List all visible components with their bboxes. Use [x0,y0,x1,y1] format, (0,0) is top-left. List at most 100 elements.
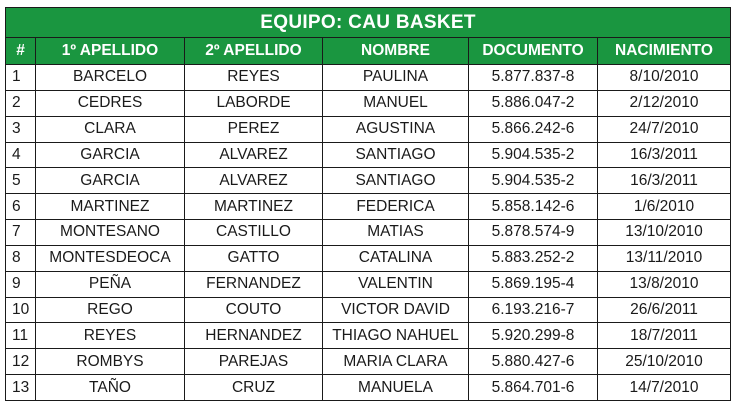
table-row: 4 GARCIA ALVAREZ SANTIAGO 5.904.535-2 16/3/20… [5,141,731,169]
row-number-cell[interactable]: 11 [5,322,36,350]
table-row: 13 TAÑO CRUZ MANUELA 5.864.701-6 14/7/2010 [5,374,731,401]
document-cell[interactable]: 5.883.252-2 [468,244,598,272]
name-cell[interactable]: THIAGO NAHUEL [322,322,469,350]
birthdate-cell[interactable]: 16/3/2011 [597,141,731,169]
document-cell[interactable]: 5.877.837-8 [468,64,598,91]
column-header-number[interactable]: # [5,37,36,65]
roster-body: 1 BARCELO REYES PAULINA 5.877.837-8 8/10/2010… [5,64,731,401]
column-header-second-surname[interactable]: 2º APELLIDO [184,37,323,65]
birthdate-cell[interactable]: 8/10/2010 [597,64,731,91]
first-surname-cell[interactable]: REYES [35,322,185,350]
second-surname-cell[interactable]: COUTO [184,296,323,324]
column-header-row: # 1º APELLIDO 2º APELLIDO NOMBRE DOCUMEN… [5,37,731,65]
document-cell[interactable]: 5.866.242-6 [468,115,598,143]
name-cell[interactable]: MANUEL [322,89,469,117]
column-header-name[interactable]: NOMBRE [322,37,469,65]
birthdate-cell[interactable]: 1/6/2010 [597,193,731,221]
column-header-document[interactable]: DOCUMENTO [468,37,598,65]
second-surname-cell[interactable]: ALVAREZ [184,167,323,195]
document-cell[interactable]: 5.878.574-9 [468,219,598,246]
name-cell[interactable]: SANTIAGO [322,167,469,195]
table-row: 8 MONTESDEOCA GATTO CATALINA 5.883.252-2 13/1… [5,244,731,272]
birthdate-cell[interactable]: 18/7/2011 [597,322,731,350]
row-number-cell[interactable]: 12 [5,348,36,376]
name-cell[interactable]: VALENTIN [322,270,469,298]
row-number-cell[interactable]: 10 [5,296,36,324]
second-surname-cell[interactable]: LABORDE [184,89,323,117]
name-cell[interactable]: SANTIAGO [322,141,469,169]
second-surname-cell[interactable]: MARTINEZ [184,193,323,221]
second-surname-cell[interactable]: CASTILLO [184,219,323,246]
first-surname-cell[interactable]: CEDRES [35,89,185,117]
name-cell[interactable]: CATALINA [322,244,469,272]
first-surname-cell[interactable]: CLARA [35,115,185,143]
table-row: 12 ROMBYS PAREJAS MARIA CLARA 5.880.427-6 25/… [5,348,731,376]
birthdate-cell[interactable]: 14/7/2010 [597,374,731,401]
name-cell[interactable]: AGUSTINA [322,115,469,143]
birthdate-cell[interactable]: 2/12/2010 [597,89,731,117]
name-cell[interactable]: PAULINA [322,64,469,91]
row-number-cell[interactable]: 8 [5,244,36,272]
birthdate-cell[interactable]: 26/6/2011 [597,296,731,324]
name-cell[interactable]: FEDERICA [322,193,469,221]
birthdate-cell[interactable]: 13/10/2010 [597,219,731,246]
row-number-cell[interactable]: 4 [5,141,36,169]
row-number-cell[interactable]: 5 [5,167,36,195]
first-surname-cell[interactable]: ROMBYS [35,348,185,376]
column-header-first-surname[interactable]: 1º APELLIDO [35,37,185,65]
table-row: 2 CEDRES LABORDE MANUEL 5.886.047-2 2/12/2010 [5,89,731,117]
second-surname-cell[interactable]: REYES [184,64,323,91]
second-surname-cell[interactable]: FERNANDEZ [184,270,323,298]
birthdate-cell[interactable]: 13/11/2010 [597,244,731,272]
document-cell[interactable]: 5.869.195-4 [468,270,598,298]
column-header-birthdate[interactable]: NACIMIENTO [597,37,731,65]
document-cell[interactable]: 5.880.427-6 [468,348,598,376]
first-surname-cell[interactable]: GARCIA [35,167,185,195]
second-surname-cell[interactable]: CRUZ [184,374,323,401]
title-row: EQUIPO: CAU BASKET [5,7,731,38]
table-row: 10 REGO COUTO VICTOR DAVID 6.193.216-7 26/6/2… [5,296,731,324]
second-surname-cell[interactable]: GATTO [184,244,323,272]
first-surname-cell[interactable]: MONTESANO [35,219,185,246]
second-surname-cell[interactable]: HERNANDEZ [184,322,323,350]
row-number-cell[interactable]: 1 [5,64,36,91]
name-cell[interactable]: MANUELA [322,374,469,401]
table-row: 5 GARCIA ALVAREZ SANTIAGO 5.904.535-2 16/3/20… [5,167,731,195]
first-surname-cell[interactable]: REGO [35,296,185,324]
row-number-cell[interactable]: 2 [5,89,36,117]
first-surname-cell[interactable]: GARCIA [35,141,185,169]
row-number-cell[interactable]: 13 [5,374,36,401]
birthdate-cell[interactable]: 24/7/2010 [597,115,731,143]
team-title: EQUIPO: CAU BASKET [5,7,731,38]
name-cell[interactable]: MATIAS [322,219,469,246]
document-cell[interactable]: 6.193.216-7 [468,296,598,324]
birthdate-cell[interactable]: 25/10/2010 [597,348,731,376]
name-cell[interactable]: VICTOR DAVID [322,296,469,324]
birthdate-cell[interactable]: 13/8/2010 [597,270,731,298]
document-cell[interactable]: 5.886.047-2 [468,89,598,117]
first-surname-cell[interactable]: MONTESDEOCA [35,244,185,272]
first-surname-cell[interactable]: MARTINEZ [35,193,185,221]
document-cell[interactable]: 5.920.299-8 [468,322,598,350]
row-number-cell[interactable]: 6 [5,193,36,221]
second-surname-cell[interactable]: PAREJAS [184,348,323,376]
birthdate-cell[interactable]: 16/3/2011 [597,167,731,195]
document-cell[interactable]: 5.858.142-6 [468,193,598,221]
first-surname-cell[interactable]: TAÑO [35,374,185,401]
first-surname-cell[interactable]: BARCELO [35,64,185,91]
table-row: 3 CLARA PEREZ AGUSTINA 5.866.242-6 24/7/2010 [5,115,731,143]
document-cell[interactable]: 5.904.535-2 [468,141,598,169]
row-number-cell[interactable]: 3 [5,115,36,143]
document-cell[interactable]: 5.864.701-6 [468,374,598,401]
row-number-cell[interactable]: 7 [5,219,36,246]
table-row: 6 MARTINEZ MARTINEZ FEDERICA 5.858.142-6 1/6/… [5,193,731,221]
second-surname-cell[interactable]: ALVAREZ [184,141,323,169]
first-surname-cell[interactable]: PEÑA [35,270,185,298]
team-roster-table: EQUIPO: CAU BASKET # 1º APELLIDO 2º APEL… [5,7,731,401]
table-row: 7 MONTESANO CASTILLO MATIAS 5.878.574-9 13/10… [5,219,731,246]
row-number-cell[interactable]: 9 [5,270,36,298]
document-cell[interactable]: 5.904.535-2 [468,167,598,195]
name-cell[interactable]: MARIA CLARA [322,348,469,376]
second-surname-cell[interactable]: PEREZ [184,115,323,143]
table-row: 1 BARCELO REYES PAULINA 5.877.837-8 8/10/2010 [5,64,731,91]
